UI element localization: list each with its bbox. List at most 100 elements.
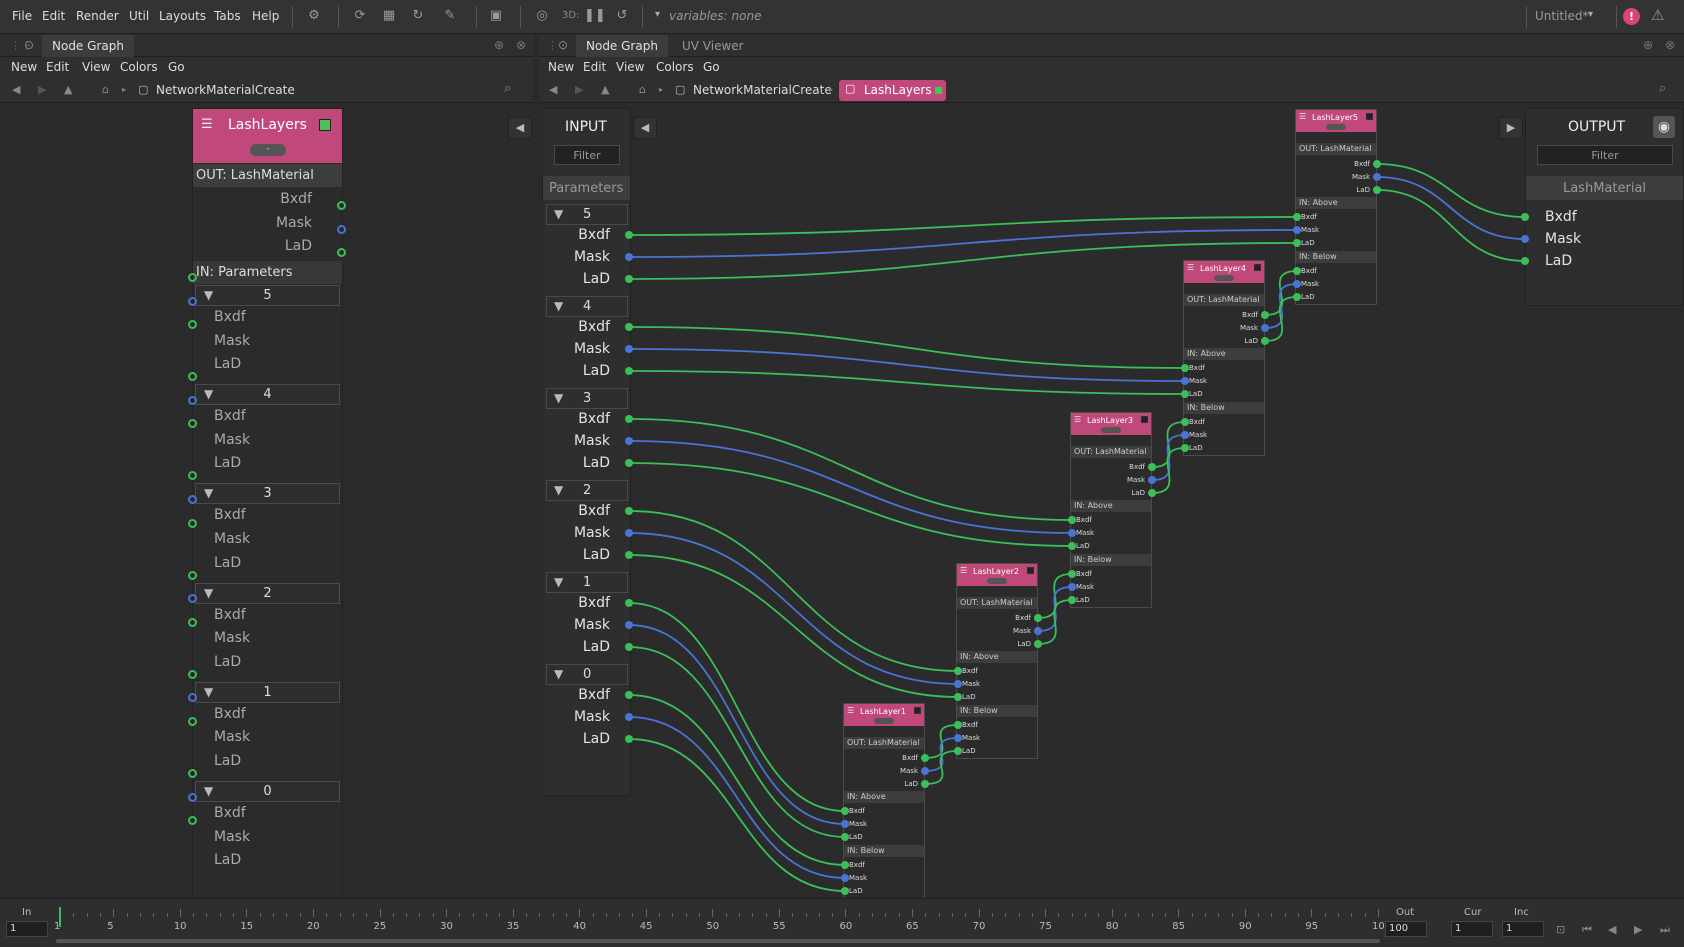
input-param-port[interactable] bbox=[625, 507, 633, 515]
above-port[interactable] bbox=[1293, 226, 1301, 234]
above-port[interactable] bbox=[954, 680, 962, 688]
input-param-port[interactable] bbox=[625, 599, 633, 607]
rotate-icon[interactable]: ↻ bbox=[410, 8, 426, 24]
out-port[interactable] bbox=[1034, 627, 1042, 635]
timeline-scrollbar[interactable] bbox=[56, 939, 1380, 943]
close-icon[interactable]: ⊗ bbox=[1665, 38, 1675, 52]
pause-icon[interactable]: ❚❚ bbox=[584, 8, 606, 24]
out-port[interactable] bbox=[921, 754, 929, 762]
group-header-0[interactable]: ▼ 0 bbox=[546, 664, 628, 685]
time-ruler[interactable]: 1 5 10 15 20 25 30 35 40 45 50 55 60 65 70 75 80 85 90 95 10… bbox=[54, 907, 1391, 943]
menu-view[interactable]: View bbox=[82, 60, 110, 74]
above-port[interactable] bbox=[1181, 364, 1189, 372]
input-param-port[interactable] bbox=[625, 415, 633, 423]
below-port[interactable] bbox=[841, 861, 849, 869]
input-param-port[interactable] bbox=[625, 529, 633, 537]
above-port[interactable] bbox=[954, 667, 962, 675]
triangle-down-icon[interactable]: ▼ bbox=[554, 299, 563, 313]
menu-edit[interactable]: Edit bbox=[42, 9, 65, 23]
menu-edit[interactable]: Edit bbox=[46, 60, 69, 74]
output-node-port[interactable] bbox=[1521, 235, 1529, 243]
input-param-port[interactable] bbox=[625, 231, 633, 239]
input-param-port[interactable] bbox=[625, 713, 633, 721]
below-port[interactable] bbox=[1293, 267, 1301, 275]
pane-options-icon[interactable]: ⊙ bbox=[558, 38, 568, 52]
input-port[interactable] bbox=[188, 617, 197, 627]
home-icon[interactable]: ⌂ bbox=[639, 83, 646, 96]
out-port[interactable] bbox=[1373, 160, 1381, 168]
lashlayer-node-1[interactable]: ☰ LashLayer1 OUT: LashMaterial Bxdf Mask LaD I… bbox=[843, 703, 925, 899]
below-port[interactable] bbox=[1068, 570, 1076, 578]
output-filter-field[interactable]: Filter bbox=[1537, 145, 1673, 165]
input-param-port[interactable] bbox=[625, 253, 633, 261]
gear-icon[interactable]: ⚙ bbox=[306, 8, 322, 24]
input-port[interactable] bbox=[188, 273, 197, 282]
triangle-down-icon[interactable]: ▼ bbox=[554, 575, 563, 589]
out-port[interactable] bbox=[1148, 463, 1156, 471]
input-param-port[interactable] bbox=[625, 275, 633, 283]
input-port[interactable] bbox=[188, 769, 197, 778]
out-frame-field[interactable]: 100 bbox=[1385, 921, 1427, 937]
out-port[interactable] bbox=[1373, 186, 1381, 194]
group-header-5[interactable]: ▼ 5 bbox=[195, 285, 340, 306]
collapse-toggle[interactable]: - bbox=[250, 144, 286, 156]
group-header-3[interactable]: ▼ 3 bbox=[195, 483, 340, 505]
input-param-port[interactable] bbox=[625, 691, 633, 699]
above-port[interactable] bbox=[1068, 542, 1076, 550]
target-icon[interactable]: ◉ bbox=[1653, 116, 1675, 138]
input-param-port[interactable] bbox=[625, 459, 633, 467]
output-port[interactable] bbox=[337, 248, 346, 258]
triangle-down-icon[interactable]: ▼ bbox=[554, 483, 563, 497]
out-port[interactable] bbox=[921, 780, 929, 788]
breadcrumb-network-material-create[interactable]: NetworkMaterialCreate bbox=[156, 83, 295, 97]
out-port[interactable] bbox=[1034, 640, 1042, 648]
in-frame-field[interactable]: 1 bbox=[6, 921, 48, 937]
group-header-4[interactable]: ▼ 4 bbox=[195, 384, 340, 406]
collapse-toggle[interactable] bbox=[1214, 275, 1234, 281]
group-header-5[interactable]: ▼ 5 bbox=[546, 204, 628, 225]
output-node[interactable]: OUTPUT ◉ Filter LashMaterial Bxdf Mask L… bbox=[1525, 108, 1684, 306]
group-header-2[interactable]: ▼ 2 bbox=[546, 480, 628, 501]
input-node[interactable]: INPUT Filter Parameters ▼ 5 Bxdf Mask LaD ▼ 4 B… bbox=[542, 108, 631, 796]
chevron-down-icon[interactable]: ▾ bbox=[1588, 9, 1593, 20]
close-icon[interactable]: ⊗ bbox=[516, 38, 526, 52]
collapse-toggle[interactable] bbox=[1326, 124, 1346, 130]
input-param-port[interactable] bbox=[625, 551, 633, 559]
input-param-port[interactable] bbox=[625, 367, 633, 375]
home-icon[interactable]: ⌂ bbox=[102, 83, 109, 96]
collapse-toggle[interactable] bbox=[874, 718, 894, 724]
out-port[interactable] bbox=[921, 767, 929, 775]
input-param-port[interactable] bbox=[625, 735, 633, 743]
menu-layouts[interactable]: Layouts bbox=[159, 9, 206, 23]
maximize-icon[interactable]: ⊕ bbox=[494, 38, 504, 52]
output-port[interactable] bbox=[337, 201, 346, 210]
above-port[interactable] bbox=[1181, 377, 1189, 385]
refresh-icon[interactable]: ⟳ bbox=[352, 8, 368, 24]
above-port[interactable] bbox=[1068, 529, 1076, 537]
input-param-port[interactable] bbox=[625, 345, 633, 353]
inc-frame-field[interactable]: 1 bbox=[1502, 921, 1544, 937]
input-port[interactable] bbox=[188, 296, 197, 306]
pane-options-icon[interactable]: ⊙ bbox=[24, 38, 34, 52]
menu-colors[interactable]: Colors bbox=[120, 60, 158, 74]
lashlayer-node-2[interactable]: ☰ LashLayer2 OUT: LashMaterial Bxdf Mask LaD I… bbox=[956, 563, 1038, 759]
group-header-2[interactable]: ▼ 2 bbox=[195, 582, 340, 604]
below-port[interactable] bbox=[841, 874, 849, 882]
out-port[interactable] bbox=[1148, 476, 1156, 484]
project-selector[interactable]: Untitled* bbox=[1535, 9, 1588, 23]
group-header-4[interactable]: ▼ 4 bbox=[546, 296, 628, 317]
back-icon[interactable]: ◀ bbox=[549, 83, 557, 96]
below-port[interactable] bbox=[1181, 431, 1189, 439]
collapse-right-icon[interactable]: ▶ bbox=[1499, 117, 1523, 139]
out-port[interactable] bbox=[1261, 311, 1269, 319]
up-icon[interactable]: ▲ bbox=[64, 83, 72, 96]
node-header[interactable]: ☰ LashLayer4 bbox=[1184, 261, 1264, 283]
render-icon[interactable]: ▦ bbox=[381, 8, 397, 24]
menu-icon[interactable]: ☰ bbox=[1299, 112, 1306, 121]
pen-icon[interactable]: ✎ bbox=[442, 8, 458, 24]
menu-render[interactable]: Render bbox=[76, 9, 119, 23]
tab-node-graph[interactable]: Node Graph bbox=[42, 35, 134, 57]
above-port[interactable] bbox=[1068, 516, 1076, 524]
menu-view[interactable]: View bbox=[616, 60, 644, 74]
above-port[interactable] bbox=[841, 820, 849, 828]
